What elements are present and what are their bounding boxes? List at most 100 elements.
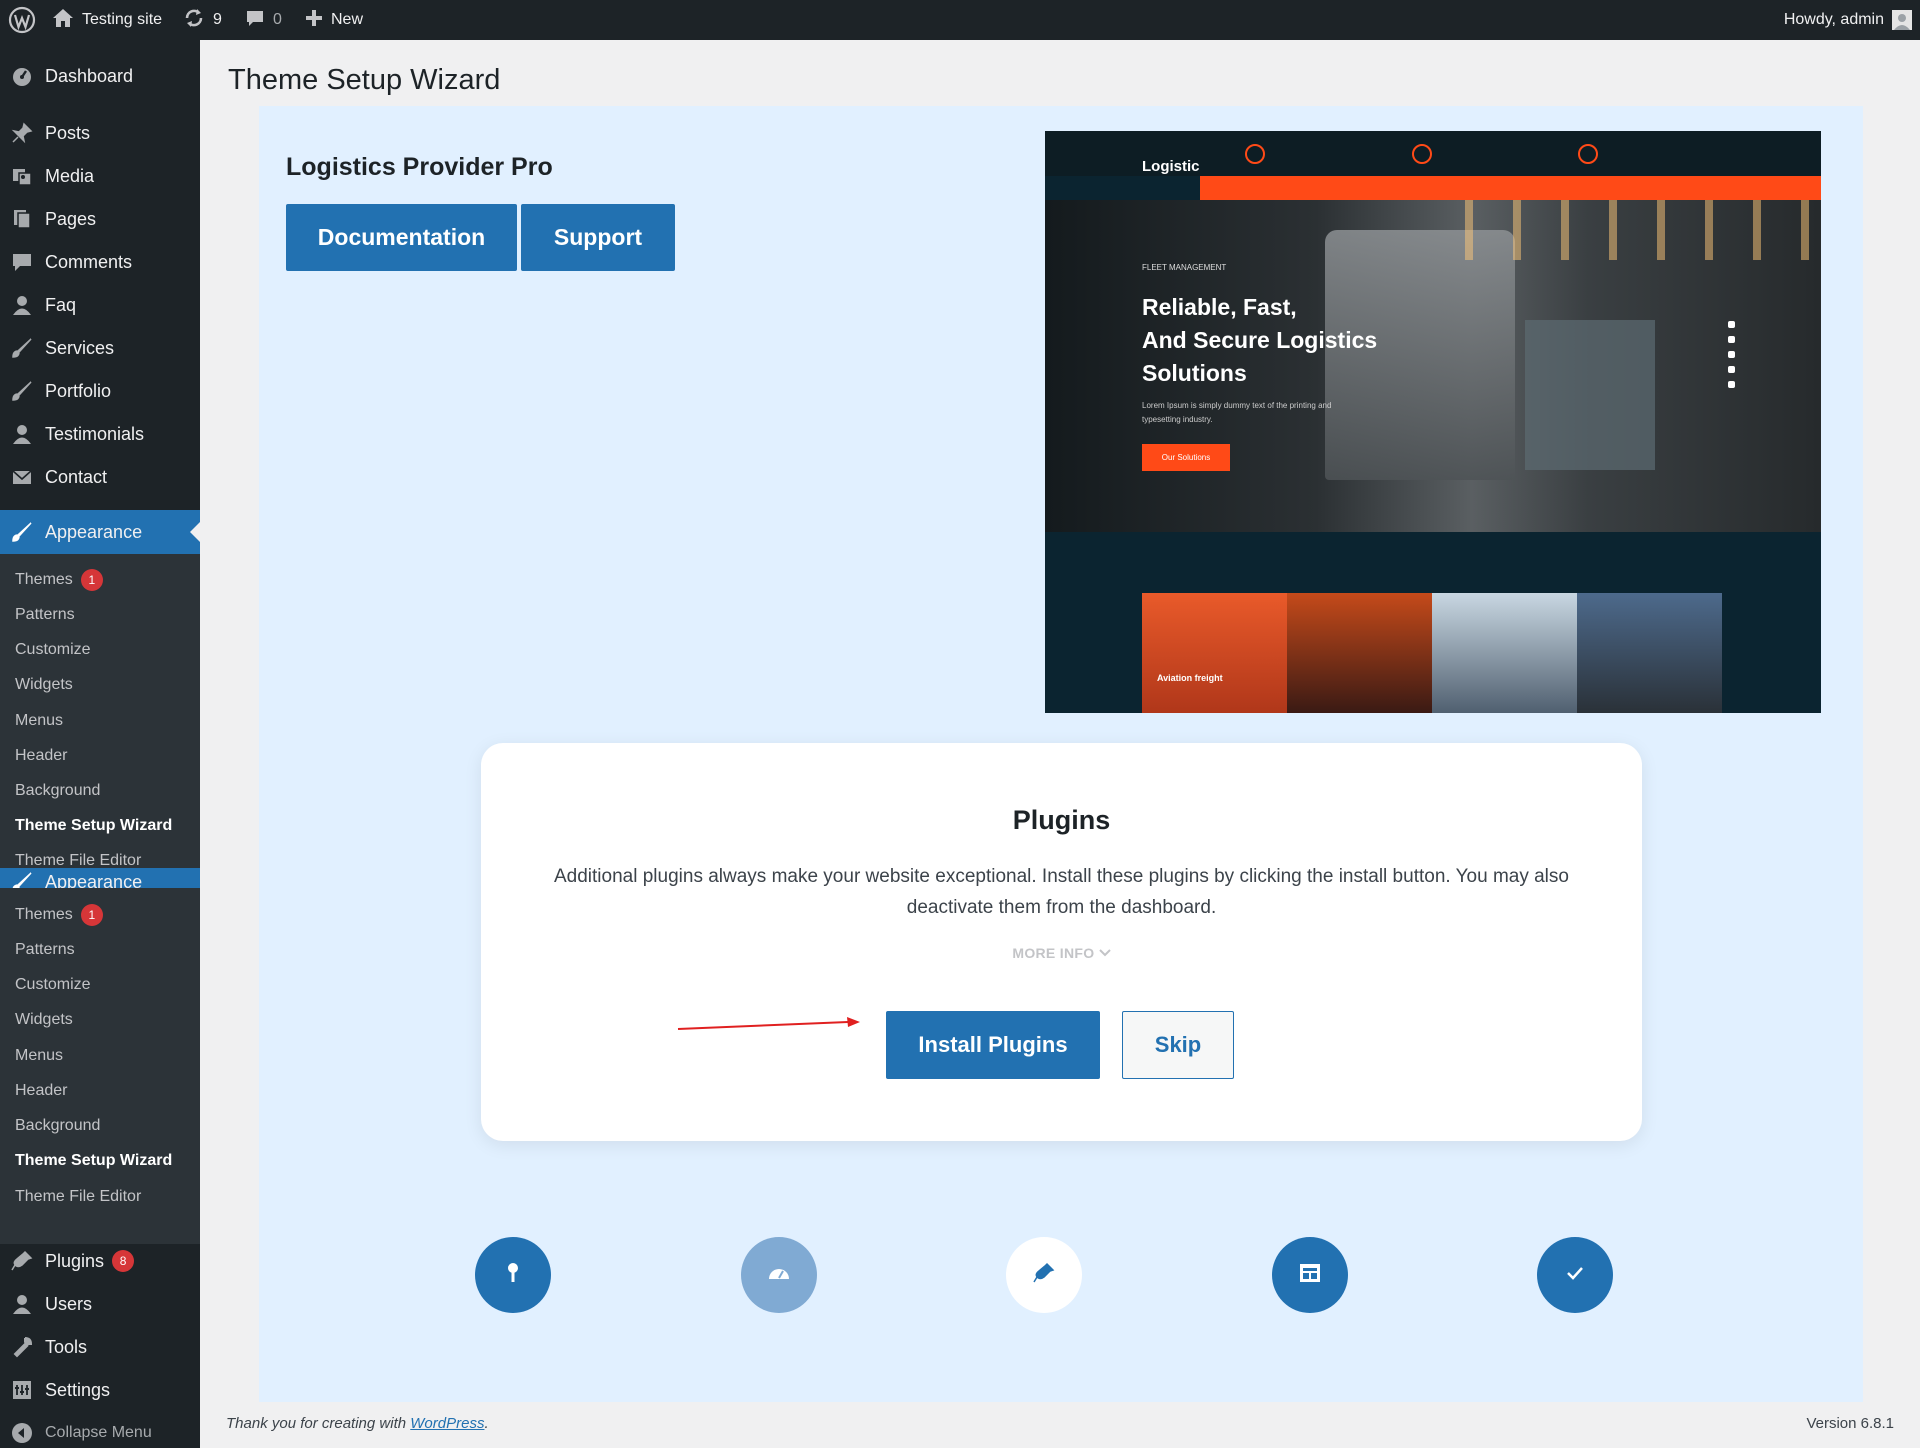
preview-slider-dots (1728, 321, 1735, 388)
more-info-toggle[interactable]: MORE INFO (481, 945, 1642, 961)
sidebar-item-services[interactable]: Services (0, 328, 200, 368)
themes-badge: 1 (80, 904, 103, 926)
step-done[interactable] (1537, 1237, 1613, 1313)
submenu-customize[interactable]: Customize (15, 976, 91, 994)
pin-icon (10, 121, 34, 145)
install-plugins-button[interactable]: Install Plugins (886, 1011, 1100, 1079)
wordpress-link[interactable]: WordPress (410, 1415, 484, 1432)
sidebar-item-portfolio[interactable]: Portfolio (0, 371, 200, 411)
main-content: Theme Setup Wizard Logistics Provider Pr… (200, 40, 1920, 1448)
preview-logo: Logistic (1142, 158, 1200, 175)
collapse-icon (10, 1421, 34, 1445)
sidebar-item-label: Comments (45, 251, 133, 272)
preview-card-port (1432, 593, 1577, 713)
footer-thanks: Thank you for creating with WordPress. (226, 1415, 489, 1432)
admin-sidebar: Dashboard Posts Media Pages Comments Faq… (0, 40, 200, 1448)
submenu-menus[interactable]: Menus (15, 1047, 63, 1065)
submenu-label: Themes (15, 571, 73, 588)
submenu-patterns[interactable]: Patterns (15, 606, 75, 624)
submenu-label: Patterns (15, 606, 75, 623)
brush-icon (10, 336, 34, 360)
plugins-card: Plugins Additional plugins always make y… (481, 743, 1642, 1141)
step-key[interactable] (475, 1237, 551, 1313)
submenu-theme-file-editor[interactable]: Theme File Editor (15, 1188, 141, 1206)
preview-lights (1425, 200, 1821, 260)
updates-count: 9 (213, 11, 222, 28)
paintbrush-icon (10, 520, 34, 544)
submenu-customize[interactable]: Customize (15, 641, 91, 659)
sidebar-item-label: Settings (45, 1379, 111, 1400)
sidebar-item-testimonials[interactable]: Testimonials (0, 414, 200, 454)
theme-name: Logistics Provider Pro (286, 153, 553, 181)
page-title: Theme Setup Wizard (228, 64, 501, 96)
sidebar-item-label: Appearance (45, 521, 143, 542)
new-content-link[interactable]: New (305, 0, 363, 40)
preview-trailer-shape (1525, 320, 1655, 470)
site-name-link[interactable]: Testing site (52, 0, 162, 40)
sidebar-item-label: Users (45, 1293, 93, 1314)
submenu-theme-setup-wizard[interactable]: Theme Setup Wizard (15, 817, 172, 835)
sidebar-item-comments[interactable]: Comments (0, 242, 200, 282)
submenu-label: Background (15, 782, 101, 799)
submenu-label: Theme Setup Wizard (15, 817, 173, 834)
sidebar-item-posts[interactable]: Posts (0, 113, 200, 153)
submenu-header[interactable]: Header (15, 1082, 67, 1100)
submenu-widgets[interactable]: Widgets (15, 1011, 73, 1029)
sidebar-item-pages[interactable]: Pages (0, 199, 200, 239)
sidebar-item-label: Plugins (45, 1250, 105, 1271)
submenu-label: Header (15, 1082, 68, 1099)
sidebar-item-contact[interactable]: Contact (0, 457, 200, 497)
support-button[interactable]: Support (521, 204, 675, 271)
sidebar-item-appearance[interactable]: Appearance (0, 510, 200, 554)
site-name: Testing site (82, 11, 163, 28)
submenu-widgets[interactable]: Widgets (15, 676, 73, 694)
submenu-label: Theme File Editor (15, 1188, 142, 1205)
step-dashboard[interactable] (741, 1237, 817, 1313)
theme-preview-image: Logistic FLEET MANAGEMENT Reliable, Fast… (1045, 131, 1821, 713)
step-widgets[interactable] (1272, 1237, 1348, 1313)
sidebar-item-faq[interactable]: Faq (0, 285, 200, 325)
documentation-button[interactable]: Documentation (286, 204, 517, 271)
submenu-label: Background (15, 1117, 101, 1134)
sidebar-item-label: Posts (45, 122, 91, 143)
brush-icon (10, 379, 34, 403)
sidebar-item-media[interactable]: Media (0, 156, 200, 196)
collapse-menu-button[interactable]: Collapse Menu (0, 1413, 200, 1448)
sidebar-item-settings[interactable]: Settings (0, 1370, 200, 1410)
submenu-label: Theme Setup Wizard (15, 1152, 173, 1169)
skip-button[interactable]: Skip (1122, 1011, 1234, 1079)
step-plugins[interactable] (1006, 1237, 1082, 1313)
sidebar-item-plugins[interactable]: Plugins 8 (0, 1241, 200, 1281)
submenu-menus[interactable]: Menus (15, 712, 63, 730)
updates-link[interactable]: 9 (183, 0, 222, 40)
avatar (1892, 10, 1912, 30)
mail-icon (10, 465, 34, 489)
wrench-icon (10, 1335, 34, 1359)
comments-link[interactable]: 0 (245, 0, 282, 40)
sidebar-item-appearance-duplicate[interactable]: Appearance (0, 868, 200, 888)
submenu-themes[interactable]: Themes 1 (15, 904, 103, 926)
submenu-background[interactable]: Background (15, 1117, 100, 1135)
submenu-label: Widgets (15, 676, 73, 693)
wordpress-logo-icon[interactable] (8, 0, 36, 40)
submenu-background[interactable]: Background (15, 782, 100, 800)
account-menu[interactable]: Howdy, admin (1784, 0, 1912, 40)
submenu-patterns[interactable]: Patterns (15, 941, 75, 959)
submenu-themes[interactable]: Themes 1 (15, 569, 103, 591)
preview-card-label: Aviation freight (1157, 673, 1223, 683)
plugins-badge: 8 (112, 1250, 135, 1272)
sidebar-item-tools[interactable]: Tools (0, 1327, 200, 1367)
comment-icon (245, 8, 265, 33)
plus-icon (305, 9, 323, 32)
sidebar-item-dashboard[interactable]: Dashboard (0, 56, 200, 96)
paintbrush-icon (10, 870, 34, 888)
media-icon (10, 164, 34, 188)
submenu-theme-setup-wizard[interactable]: Theme Setup Wizard (15, 1152, 172, 1170)
dashboard-icon (767, 1263, 791, 1288)
submenu-header[interactable]: Header (15, 747, 67, 765)
sidebar-item-users[interactable]: Users (0, 1284, 200, 1324)
preview-headline-line: Reliable, Fast, (1142, 294, 1297, 320)
refresh-icon (183, 7, 205, 34)
sidebar-item-label: Dashboard (45, 65, 134, 86)
sidebar-item-label: Services (45, 337, 115, 358)
